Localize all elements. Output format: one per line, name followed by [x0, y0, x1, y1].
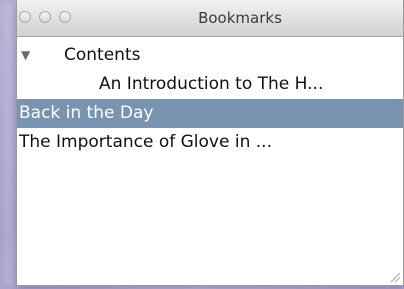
bookmark-item-importance-of-glove[interactable]: The Importance of Glove in ... — [17, 128, 403, 157]
bookmark-item-contents[interactable]: ▼ Contents — [17, 41, 403, 70]
title-bar[interactable]: Bookmarks — [17, 0, 403, 37]
bookmark-label: An Introduction to The H... — [99, 74, 324, 94]
bookmark-label: The Importance of Glove in ... — [19, 132, 272, 152]
window-title: Bookmarks — [198, 9, 282, 27]
resize-grip-icon[interactable] — [389, 271, 401, 283]
bookmarks-window: Bookmarks ▼ Contents An Introduction to … — [16, 0, 404, 286]
bookmark-item-back-in-the-day[interactable]: Back in the Day — [17, 99, 403, 128]
disclosure-triangle-icon[interactable]: ▼ — [21, 41, 30, 70]
bookmark-item-introduction[interactable]: An Introduction to The H... — [17, 70, 403, 99]
bookmark-label: Back in the Day — [19, 103, 154, 123]
bookmark-label: Contents — [64, 45, 141, 65]
bookmarks-list: ▼ Contents An Introduction to The H... B… — [17, 37, 403, 157]
